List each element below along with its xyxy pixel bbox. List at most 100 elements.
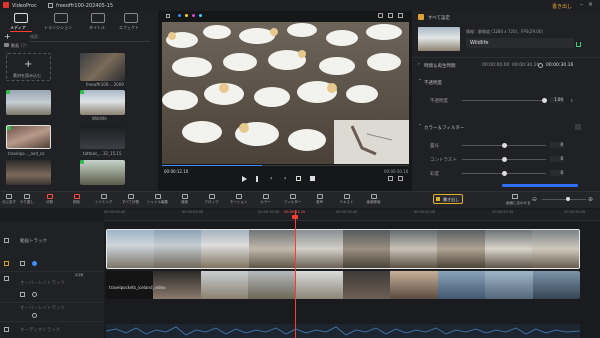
trim-duration[interactable]: 00:00:30.16 <box>546 63 573 68</box>
zoom-out-icon[interactable]: ⊖ <box>532 196 537 203</box>
media-thumb-2[interactable] <box>6 90 51 115</box>
media-thumb-4[interactable] <box>80 125 125 149</box>
chevron-right-icon[interactable]: › <box>418 62 420 67</box>
prev-frame-icon[interactable]: ‹ <box>270 175 272 182</box>
saturation-value[interactable]: 0 <box>550 170 564 176</box>
frame <box>437 271 486 299</box>
grid-icon[interactable] <box>388 13 393 18</box>
zoom-slider-knob[interactable] <box>566 197 570 201</box>
trim-end[interactable]: 00:00:30.16 <box>512 63 539 68</box>
tab-transitions[interactable] <box>54 13 68 23</box>
trim-section-title[interactable]: 時間＆再生時間 <box>424 63 456 69</box>
current-time: 00:00:12.10 <box>164 169 189 174</box>
media-thumb-6[interactable] <box>80 160 125 185</box>
add-media-button[interactable]: + <box>4 32 11 41</box>
download-icon[interactable] <box>576 42 581 47</box>
contrast-slider-knob[interactable] <box>502 157 507 162</box>
fullscreen-icon[interactable] <box>398 13 403 18</box>
tool-8[interactable]: クロップ <box>198 192 225 207</box>
play-icon[interactable] <box>242 176 247 182</box>
tool-icon <box>46 194 53 199</box>
exposure-value[interactable]: 0 <box>550 142 564 148</box>
reset-icon[interactable] <box>575 124 581 130</box>
opacity-value[interactable]: 1.00 <box>550 97 564 103</box>
camera-icon[interactable] <box>378 13 383 18</box>
tool-icon <box>100 194 107 199</box>
volume-icon[interactable] <box>388 176 393 181</box>
export-button[interactable]: 書き出し <box>433 194 463 204</box>
search-field[interactable]: 検索... <box>30 34 150 42</box>
upgrade-label[interactable]: 書き出し <box>552 3 572 10</box>
tab-titles[interactable] <box>91 13 105 23</box>
zoom-slider-track[interactable] <box>542 199 586 200</box>
chevron-down-icon[interactable]: ⌄ <box>418 77 422 82</box>
media-thumb-5[interactable] <box>6 160 51 185</box>
opacity-slider-knob[interactable] <box>542 98 547 103</box>
trim-start[interactable]: 00:00:00.00 <box>482 63 509 68</box>
exposure-slider-knob[interactable] <box>502 143 507 148</box>
tool-4[interactable]: トリミング <box>90 192 117 207</box>
audio-waveform[interactable] <box>106 324 580 338</box>
overlay-track-clip[interactable]: travelpockets_iceland_video <box>106 271 580 299</box>
clip-name-field[interactable]: Wildlife <box>466 38 574 48</box>
properties-header: すべて設定 <box>428 16 451 21</box>
fullscreen-preview-icon[interactable] <box>398 176 403 181</box>
stepper-icon[interactable]: ⇕ <box>570 98 573 103</box>
chevron-down-icon[interactable]: ⌄ <box>418 122 422 127</box>
tool-0[interactable]: 元に戻す <box>0 192 18 207</box>
next-frame-icon[interactable]: › <box>284 175 286 182</box>
tab-active-indicator <box>10 31 32 32</box>
media-thumb-wildlife[interactable] <box>80 90 125 115</box>
playhead-line[interactable] <box>295 210 296 338</box>
tool-12[interactable]: 音声 <box>306 192 333 207</box>
tool-3[interactable]: 削除 <box>63 192 90 207</box>
mute-icon[interactable] <box>20 292 25 297</box>
apply-bar[interactable] <box>502 184 578 187</box>
snapshot-icon[interactable] <box>166 14 170 18</box>
loop-icon[interactable] <box>296 176 301 181</box>
visibility-icon[interactable] <box>32 261 37 266</box>
stop-icon[interactable] <box>310 176 315 181</box>
close-icon[interactable]: × <box>587 2 594 8</box>
tool-9[interactable]: モーション <box>225 192 252 207</box>
saturation-slider-knob[interactable] <box>502 171 507 176</box>
video-frame <box>162 22 409 164</box>
tool-2[interactable]: 分割 <box>36 192 63 207</box>
color-dot-pink[interactable] <box>192 14 195 17</box>
tool-10[interactable]: カラー <box>252 192 279 207</box>
color-dot-cyan[interactable] <box>199 14 202 17</box>
visibility-icon[interactable] <box>32 313 37 318</box>
contrast-value[interactable]: 0 <box>550 156 564 162</box>
tool-5[interactable]: すべて分割 <box>117 192 144 207</box>
tool-label: 音声 <box>316 200 323 204</box>
tool-icon <box>235 194 242 199</box>
color-section-title[interactable]: カラー＆フィルター <box>424 125 464 131</box>
fit-icon[interactable] <box>512 194 518 199</box>
opacity-slider-track[interactable] <box>462 100 546 101</box>
tool-13[interactable]: テキスト <box>333 192 360 207</box>
zoom-in-icon[interactable]: ⊕ <box>588 196 593 203</box>
color-dot-yellow[interactable] <box>185 14 188 17</box>
color-dot-blue[interactable] <box>178 14 181 17</box>
minimize-icon[interactable]: – <box>578 2 585 8</box>
video-preview[interactable] <box>162 22 409 164</box>
tool-11[interactable]: フィルター <box>279 192 306 207</box>
tool-7[interactable]: 速度 <box>171 192 198 207</box>
menu-icon[interactable] <box>48 3 53 8</box>
timeline-ruler[interactable]: 00:00:00.00 00:00:05.00 00:00:10.00 00:0… <box>104 210 600 221</box>
lock-icon[interactable] <box>4 261 9 266</box>
opacity-section-title[interactable]: 不透明度 <box>424 80 442 86</box>
visibility-icon[interactable] <box>32 292 37 297</box>
tool-icon <box>289 194 296 199</box>
media-thumb-1[interactable] <box>80 53 125 81</box>
video-track-clip[interactable] <box>106 229 580 269</box>
tool-6[interactable]: シャトル編集 <box>144 192 171 207</box>
tab-media[interactable] <box>14 13 28 23</box>
tab-effects[interactable] <box>124 13 138 23</box>
tool-14[interactable]: 画面録画 <box>360 192 387 207</box>
tool-1[interactable]: やり直し <box>18 192 36 207</box>
add-media-tile[interactable]: + 素材を読み込む <box>6 53 51 81</box>
step-icon[interactable] <box>256 176 261 182</box>
mute-icon[interactable] <box>20 261 25 266</box>
media-thumb-3[interactable] <box>6 125 51 149</box>
